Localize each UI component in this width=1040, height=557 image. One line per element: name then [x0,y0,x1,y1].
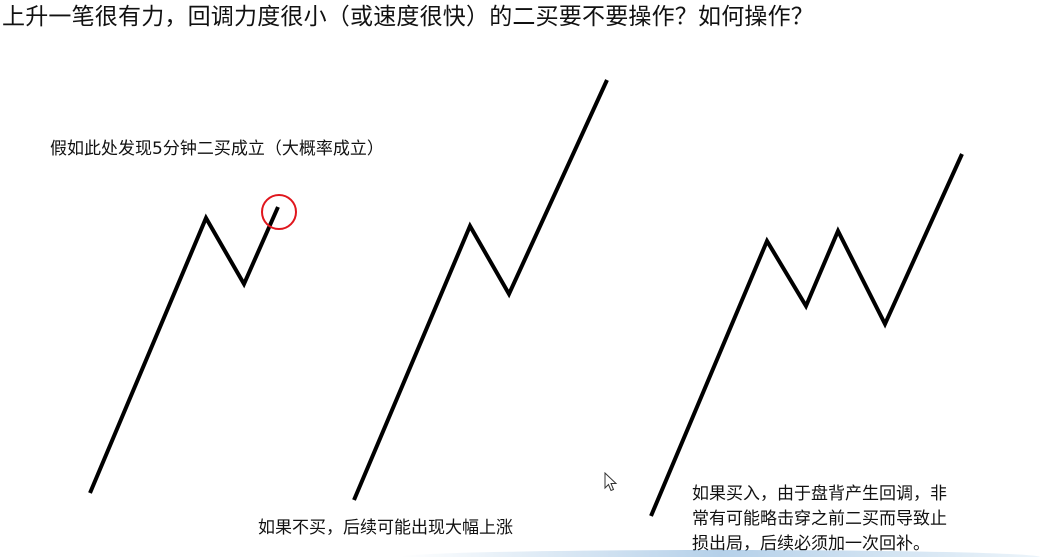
scenario-1-note: 假如此处发现5分钟二买成立（大概率成立） [50,139,384,159]
scenario-3-note: 如果买入，由于盘背产生回调，非 常有可能略击穿之前二买而导致止 损出局，后续必须… [692,482,947,557]
scenario-3-note-line-2: 常有可能略击穿之前二买而导致止 [692,509,947,529]
scenario-3-note-line-1: 如果买入，由于盘背产生回调，非 [692,484,947,504]
price-path-diagram [88,79,964,517]
mouse-cursor-icon [604,472,618,492]
price-path-scenario-1 [88,206,280,494]
price-path-scenario-3 [649,153,964,517]
scenario-2-note: 如果不买，后续可能出现大幅上涨 [258,518,513,538]
second-buy-highlight-circle [261,194,297,230]
bottom-edge-strip [400,550,1040,557]
price-path-scenario-2 [352,79,609,501]
